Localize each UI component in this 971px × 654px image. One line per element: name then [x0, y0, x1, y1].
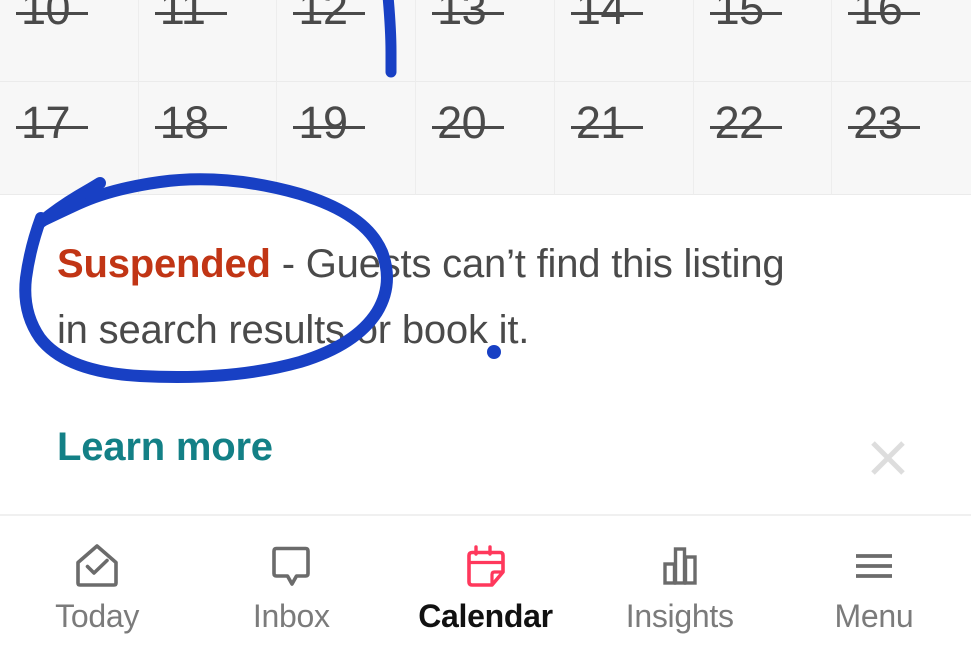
- calendar-day-cell[interactable]: 14: [554, 0, 694, 82]
- suspended-banner: Suspended - Guests can’t find this listi…: [0, 195, 971, 513]
- calendar-day-cell[interactable]: 15: [693, 0, 833, 82]
- nav-label: Today: [55, 598, 140, 634]
- calendar-icon: [458, 538, 514, 594]
- status-badge: Suspended: [57, 242, 271, 286]
- calendar-day-cell[interactable]: 13: [416, 0, 555, 82]
- nav-item-calendar[interactable]: Calendar: [388, 516, 582, 654]
- nav-label: Menu: [834, 598, 914, 634]
- calendar-day-number: 16: [853, 0, 903, 34]
- nav-item-inbox[interactable]: Inbox: [194, 516, 388, 654]
- calendar-day-cell[interactable]: 18: [138, 82, 278, 195]
- calendar-day-number: 17: [21, 97, 71, 148]
- calendar-day-number: 14: [575, 0, 626, 34]
- calendar-day-cell[interactable]: 10: [0, 0, 139, 82]
- nav-label: Insights: [625, 598, 734, 634]
- nav-item-today[interactable]: Today: [0, 516, 194, 654]
- calendar-day-cell[interactable]: 21: [554, 82, 694, 195]
- calendar-day-number: 13: [437, 0, 487, 34]
- bar-chart-icon: [652, 538, 708, 594]
- calendar-day-number: 23: [853, 97, 903, 148]
- nav-label: Inbox: [252, 598, 330, 634]
- close-icon[interactable]: [860, 430, 916, 486]
- calendar-day-cell[interactable]: 23: [832, 82, 971, 195]
- calendar-day-number: 11: [159, 0, 206, 34]
- calendar-day-number: 10: [21, 0, 71, 34]
- home-check-icon: [69, 538, 125, 594]
- calendar-day-cell[interactable]: 17: [0, 82, 139, 195]
- banner-separator: -: [270, 242, 306, 286]
- bottom-navigation-bar: Today Inbox Calendar Insights Menu: [0, 514, 971, 654]
- calendar-day-number: 12: [298, 0, 348, 34]
- calendar-day-cell[interactable]: 22: [693, 82, 833, 195]
- calendar-day-cell[interactable]: 20: [416, 82, 555, 195]
- calendar-day-cell[interactable]: 11: [138, 0, 278, 82]
- calendar-day-cell[interactable]: 12: [277, 0, 417, 82]
- calendar-day-number: 21: [575, 97, 626, 148]
- hamburger-menu-icon: [846, 538, 902, 594]
- app-root: 10 11 12 13 14 15 16 17 18 19 20 21 22 2…: [0, 0, 971, 654]
- banner-message: Suspended - Guests can’t find this listi…: [57, 231, 797, 363]
- calendar-day-number: 15: [714, 0, 765, 34]
- nav-item-insights[interactable]: Insights: [583, 516, 777, 654]
- learn-more-link[interactable]: Learn more: [57, 427, 273, 467]
- calendar-month-grid: 10 11 12 13 14 15 16 17 18 19 20 21 22 2…: [0, 0, 971, 195]
- speech-bubble-icon: [263, 538, 319, 594]
- calendar-day-number: 19: [298, 97, 348, 148]
- nav-label: Calendar: [418, 598, 553, 634]
- calendar-day-number: 18: [159, 97, 210, 148]
- calendar-day-cell[interactable]: 19: [277, 82, 417, 195]
- calendar-day-number: 20: [437, 97, 487, 148]
- calendar-day-number: 22: [714, 97, 765, 148]
- calendar-day-cell[interactable]: 16: [832, 0, 971, 82]
- nav-item-menu[interactable]: Menu: [777, 516, 971, 654]
